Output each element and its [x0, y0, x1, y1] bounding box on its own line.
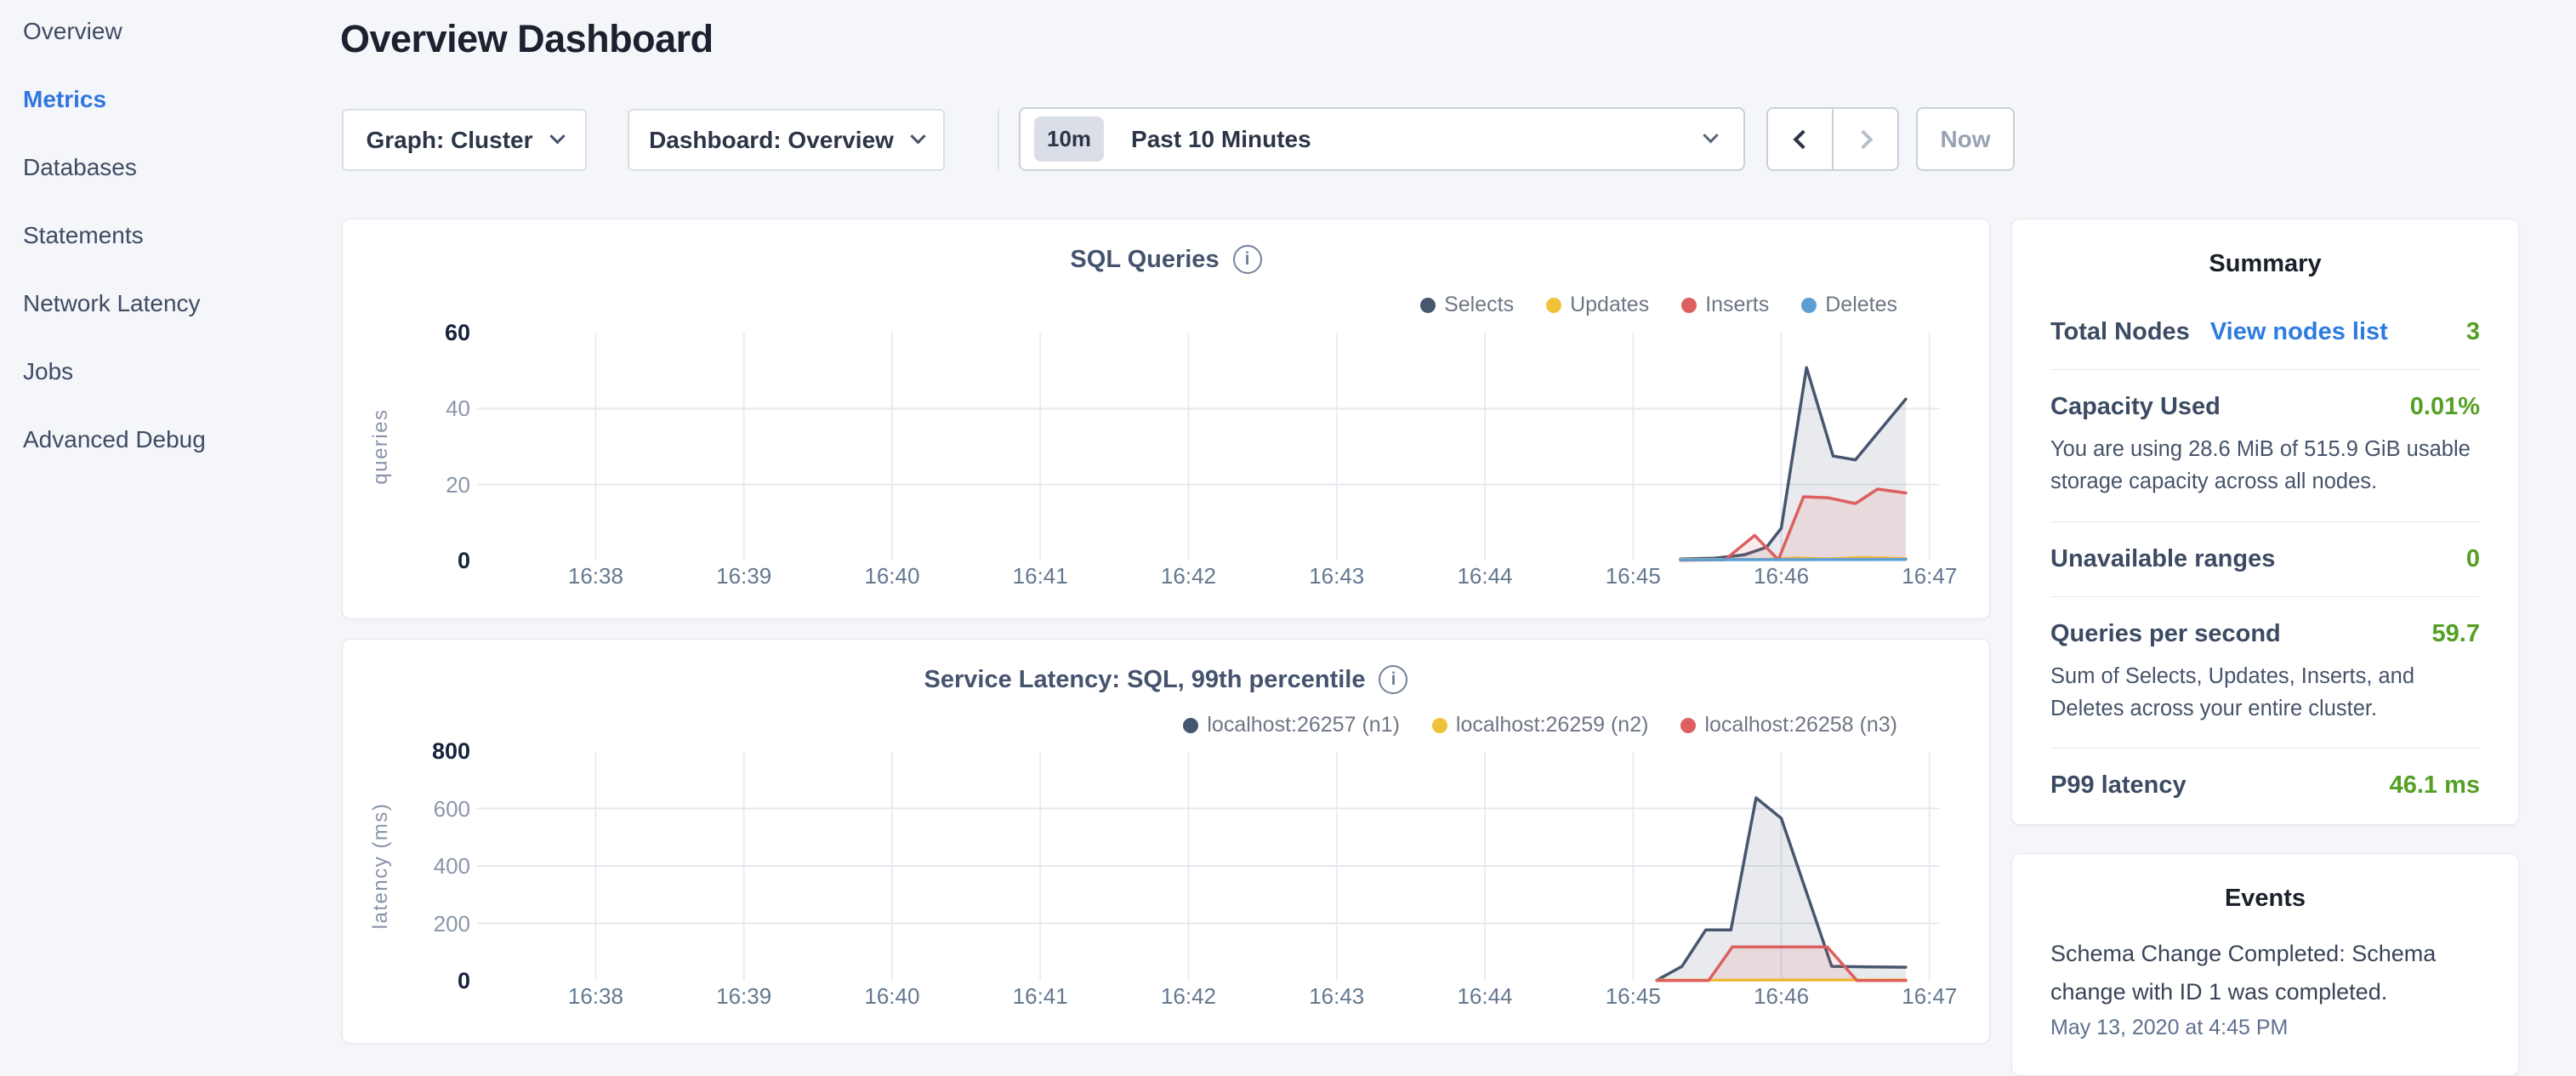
x-axis-tick: 16:41 — [981, 563, 1100, 589]
sidebar-item-databases[interactable]: Databases — [23, 155, 329, 179]
chevron-down-icon — [549, 128, 565, 144]
time-range-selector[interactable]: 10m Past 10 Minutes — [1019, 107, 1745, 171]
summary-row-label: Unavailable ranges — [2050, 545, 2275, 573]
summary-row-line: P99 latency 46.1 ms — [2050, 771, 2480, 800]
x-axis-tick: 16:38 — [536, 563, 655, 589]
summary-row: Total Nodes View nodes list 3 — [2050, 295, 2480, 370]
summary-row-label: P99 latency — [2050, 771, 2186, 800]
sidebar: Overview Metrics Databases Statements Networ… — [23, 19, 329, 495]
next-time-button[interactable] — [1834, 109, 1897, 169]
x-axis-tick: 16:43 — [1277, 983, 1396, 1010]
summary-row-value: 3 — [2466, 318, 2480, 346]
time-pager — [1766, 107, 1899, 171]
y-axis-tick: 800 — [377, 737, 470, 766]
summary-row-value: 46.1 ms — [2390, 771, 2480, 800]
x-axis-tick: 16:40 — [833, 563, 952, 589]
graph-dropdown[interactable]: Graph: Cluster — [342, 109, 587, 171]
sidebar-item-metrics[interactable]: Metrics — [23, 87, 329, 111]
chevron-down-icon — [1703, 128, 1718, 143]
chevron-left-icon — [1793, 129, 1812, 149]
sidebar-item-overview[interactable]: Overview — [23, 19, 329, 43]
y-axis-label: queries — [369, 408, 393, 484]
x-axis-tick: 16:40 — [833, 983, 952, 1010]
summary-row-line: Capacity Used 0.01% — [2050, 393, 2480, 421]
x-axis-tick: 16:45 — [1573, 983, 1692, 1010]
dashboard-dropdown-label: Dashboard: Overview — [649, 127, 894, 154]
graph-dropdown-label: Graph: Cluster — [366, 127, 532, 154]
summary-row-line: Total Nodes View nodes list 3 — [2050, 318, 2480, 346]
summary-row-description: You are using 28.6 MiB of 515.9 GiB usab… — [2050, 433, 2480, 498]
summary-row-value: 0.01% — [2410, 393, 2480, 421]
x-axis-tick: 16:46 — [1722, 563, 1841, 589]
chevron-down-icon — [910, 128, 925, 144]
summary-row-label: Total Nodes — [2050, 318, 2190, 346]
service-latency-chart-card: Service Latency: SQL, 99th percentile i … — [342, 639, 1990, 1044]
summary-panel: Summary Total Nodes View nodes list 3 Capac… — [2011, 219, 2519, 825]
x-axis-tick: 16:47 — [1870, 983, 1989, 1010]
summary-row: Unavailable ranges 0 — [2050, 522, 2480, 597]
time-range-badge: 10m — [1034, 117, 1104, 162]
view-nodes-list-link[interactable]: View nodes list — [2210, 318, 2388, 346]
x-axis-tick: 16:46 — [1722, 983, 1841, 1010]
x-axis-tick: 16:41 — [981, 983, 1100, 1010]
dashboard-dropdown[interactable]: Dashboard: Overview — [628, 109, 945, 171]
now-button[interactable]: Now — [1916, 107, 2015, 171]
x-axis-tick: 16:38 — [536, 983, 655, 1010]
event-text: Schema Change Completed: Schema change w… — [2050, 935, 2480, 1011]
sidebar-item-advanced-debug[interactable]: Advanced Debug — [23, 427, 329, 452]
x-axis-tick: 16:44 — [1425, 983, 1544, 1010]
summary-row-line: Unavailable ranges 0 — [2050, 545, 2480, 573]
y-axis-tick: 0 — [377, 546, 470, 575]
y-axis-tick: 60 — [377, 318, 470, 347]
events-title: Events — [2012, 885, 2518, 913]
chart-canvas — [343, 219, 1991, 620]
sidebar-item-statements[interactable]: Statements — [23, 223, 329, 248]
time-range-label: Past 10 Minutes — [1131, 126, 1705, 153]
events-panel: Events Schema Change Completed: Schema c… — [2011, 853, 2519, 1076]
summary-row-label: Queries per second — [2050, 620, 2281, 648]
summary-row-description: Sum of Selects, Updates, Inserts, and De… — [2050, 660, 2480, 726]
summary-row: P99 latency 46.1 ms — [2050, 749, 2480, 823]
summary-row-label: Capacity Used — [2050, 393, 2221, 421]
y-axis-label: latency (ms) — [369, 803, 393, 930]
x-axis-tick: 16:44 — [1425, 563, 1544, 589]
event-timestamp: May 13, 2020 at 4:45 PM — [2050, 1016, 2480, 1040]
summary-row: Capacity Used 0.01% You are using 28.6 MiB… — [2050, 370, 2480, 522]
y-axis-tick: 0 — [377, 966, 470, 995]
x-axis-tick: 16:45 — [1573, 563, 1692, 589]
x-axis-tick: 16:47 — [1870, 563, 1989, 589]
chevron-right-icon — [1853, 129, 1873, 149]
sidebar-item-jobs[interactable]: Jobs — [23, 359, 329, 384]
x-axis-tick: 16:39 — [685, 983, 804, 1010]
x-axis-tick: 16:42 — [1129, 983, 1248, 1010]
x-axis-tick: 16:42 — [1129, 563, 1248, 589]
x-axis-tick: 16:39 — [685, 563, 804, 589]
summary-row-value: 0 — [2466, 545, 2480, 573]
sql-queries-chart-card: SQL Queries i SelectsUpdatesInsertsDelet… — [342, 219, 1990, 619]
summary-row-line: Queries per second 59.7 — [2050, 620, 2480, 648]
summary-row: Queries per second 59.7 Sum of Selects, Up… — [2050, 597, 2480, 749]
summary-title: Summary — [2012, 250, 2518, 278]
page-title: Overview Dashboard — [340, 17, 714, 61]
summary-row-value: 59.7 — [2432, 620, 2480, 648]
event-item[interactable]: Schema Change Completed: Schema change w… — [2050, 935, 2480, 1040]
previous-time-button[interactable] — [1768, 109, 1834, 169]
controls-divider — [998, 109, 999, 171]
x-axis-tick: 16:43 — [1277, 563, 1396, 589]
sidebar-item-network-latency[interactable]: Network Latency — [23, 291, 329, 316]
